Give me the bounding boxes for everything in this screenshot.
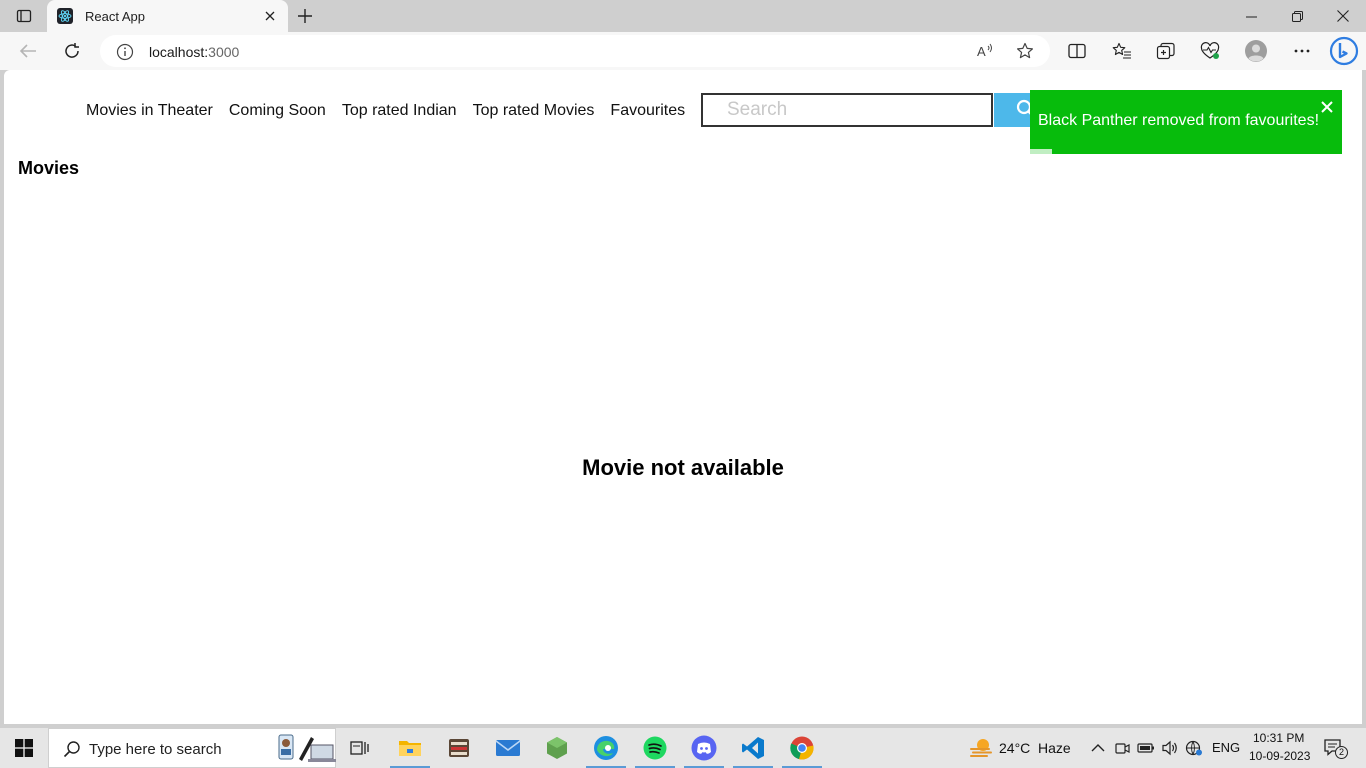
task-view-icon [350, 741, 369, 755]
toast-notification[interactable]: Black Panther removed from favourites! [1030, 90, 1342, 154]
url-port: 3000 [208, 44, 240, 60]
input-language[interactable]: ENG [1212, 740, 1240, 755]
collections-icon [1156, 42, 1175, 60]
bing-chat-button[interactable] [1327, 34, 1361, 68]
mail-icon [495, 740, 521, 756]
info-icon[interactable] [116, 43, 134, 61]
notification-count-badge: 2 [1335, 746, 1348, 759]
read-aloud-button[interactable]: A [974, 40, 998, 62]
avatar-icon [1245, 40, 1267, 62]
performance-button[interactable] [1194, 36, 1226, 66]
tab-close-icon[interactable] [262, 8, 278, 24]
favorite-button[interactable] [1013, 40, 1037, 62]
toast-message: Black Panther removed from favourites! [1038, 112, 1320, 129]
taskbar-app-mail[interactable] [484, 728, 532, 768]
tab-actions-icon [16, 9, 32, 23]
bing-icon [1329, 36, 1359, 66]
network-icon[interactable] [1184, 738, 1204, 758]
clock-time[interactable]: 10:31 PM [1253, 731, 1304, 745]
reload-icon [65, 43, 79, 58]
clock-date[interactable]: 10-09-2023 [1249, 749, 1310, 763]
taskbar-app-spotify[interactable] [631, 728, 679, 768]
nav-link-coming-soon[interactable]: Coming Soon [229, 102, 326, 120]
taskbar-app-chrome[interactable] [778, 728, 826, 768]
nav-link-favourites[interactable]: Favourites [610, 102, 685, 120]
section-title: Movies [18, 158, 80, 178]
task-view-button[interactable] [336, 728, 384, 768]
taskbar-app-discord[interactable] [680, 728, 728, 768]
main-nav: Movies in Theater Coming Soon Top rated … [86, 102, 685, 120]
film-strip-icon [449, 739, 469, 757]
split-screen-icon [1068, 43, 1086, 59]
arrow-left-icon [19, 44, 36, 58]
taskbar-search-box[interactable]: Type here to search [48, 728, 336, 768]
new-tab-button[interactable] [293, 4, 317, 28]
taskbar-app-node[interactable] [533, 728, 581, 768]
browser-tab-active[interactable]: React App [47, 0, 288, 32]
toast-progress-bar [1030, 149, 1052, 154]
windows-taskbar: Type here to search 24°C Haze ENG 10:31 … [0, 728, 1366, 768]
windows-logo-icon [15, 739, 33, 757]
weather-temperature[interactable]: 24°C [999, 740, 1030, 756]
url-text[interactable]: localhost:3000 [149, 44, 239, 60]
star-icon [1017, 42, 1033, 59]
weather-condition[interactable]: Haze [1038, 740, 1071, 756]
restore-button[interactable] [1274, 0, 1320, 32]
favorites-list-icon [1112, 42, 1131, 59]
page-viewport: Movies in Theater Coming Soon Top rated … [4, 70, 1362, 724]
hexagon-icon [547, 737, 567, 759]
profile-button[interactable] [1240, 36, 1272, 66]
read-aloud-icon: A [977, 43, 992, 59]
edge-icon [594, 736, 618, 760]
taskbar-app-edge[interactable] [582, 728, 630, 768]
tab-title: React App [85, 8, 145, 24]
vscode-icon [742, 737, 764, 759]
split-screen-button[interactable] [1061, 36, 1093, 66]
taskbar-search-placeholder: Type here to search [89, 741, 222, 758]
chrome-icon [790, 736, 814, 760]
movie-search-input[interactable] [701, 93, 993, 127]
nav-link-top-rated-indian[interactable]: Top rated Indian [342, 102, 457, 120]
address-bar[interactable]: localhost:3000 A [100, 35, 1050, 67]
search-icon [63, 741, 80, 758]
folder-icon [399, 741, 421, 756]
favorites-button[interactable] [1106, 36, 1138, 66]
toast-close-icon[interactable] [1320, 100, 1334, 114]
spotify-icon [643, 736, 667, 760]
meet-now-icon[interactable] [1112, 738, 1132, 758]
close-icon [1337, 10, 1349, 22]
browser-tab-strip: React App [0, 0, 1366, 32]
weather-haze-icon[interactable] [969, 737, 993, 759]
ellipsis-icon [1294, 49, 1310, 53]
show-hidden-icons-chevron-up-icon[interactable] [1088, 738, 1108, 758]
svg-text:A: A [977, 44, 986, 59]
battery-icon[interactable] [1136, 738, 1156, 758]
minimize-button[interactable] [1228, 0, 1274, 32]
taskbar-app-media[interactable] [435, 728, 483, 768]
empty-state-message: Movie not available [582, 455, 784, 480]
close-window-button[interactable] [1320, 0, 1366, 32]
heart-pulse-icon [1200, 42, 1220, 59]
plus-icon [298, 9, 312, 23]
url-host: localhost: [149, 44, 209, 60]
search-highlight-illustration-icon [278, 734, 336, 762]
reload-button[interactable] [56, 36, 88, 66]
notification-center-icon[interactable]: 2 [1322, 737, 1348, 759]
tab-actions-button[interactable] [8, 4, 40, 28]
minimize-icon [1245, 16, 1257, 17]
start-button[interactable] [0, 728, 48, 768]
restore-icon [1291, 10, 1303, 22]
react-favicon-icon [57, 8, 73, 24]
settings-more-button[interactable] [1286, 36, 1318, 66]
browser-toolbar: localhost:3000 A [0, 32, 1366, 70]
nav-link-movies-in-theater[interactable]: Movies in Theater [86, 102, 213, 120]
nav-link-top-rated-movies[interactable]: Top rated Movies [473, 102, 595, 120]
discord-icon [691, 735, 717, 761]
taskbar-app-file-explorer[interactable] [386, 728, 434, 768]
volume-icon[interactable] [1160, 738, 1180, 758]
back-button[interactable] [12, 36, 44, 66]
taskbar-app-vscode[interactable] [729, 728, 777, 768]
collections-button[interactable] [1150, 36, 1182, 66]
